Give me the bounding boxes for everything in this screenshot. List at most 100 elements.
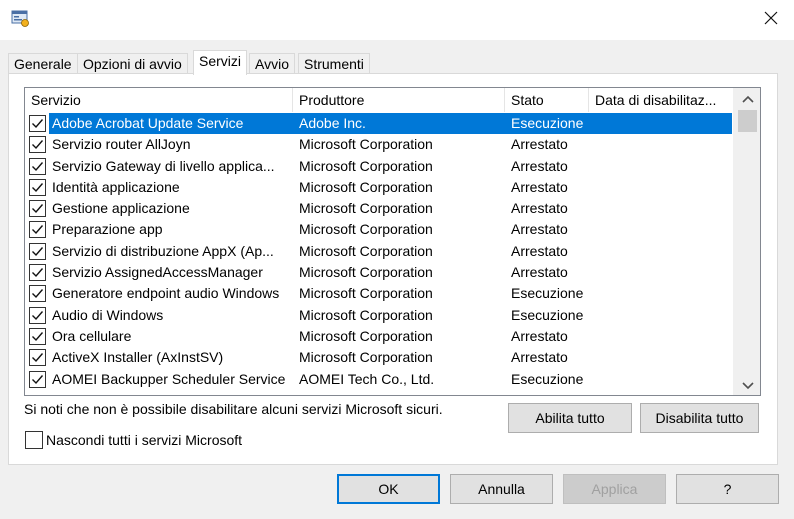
service-name: Preparazione app: [52, 221, 163, 238]
service-vendor: Microsoft Corporation: [299, 327, 433, 344]
help-button[interactable]: ?: [676, 474, 779, 504]
service-name: Adobe Acrobat Update Service: [52, 115, 244, 131]
scroll-down-button[interactable]: [734, 375, 760, 395]
column-header-produttore[interactable]: Produttore: [293, 88, 505, 112]
column-header-stato[interactable]: Stato: [505, 88, 589, 112]
service-row[interactable]: Servizio Gateway di livello applica... Mi…: [25, 156, 733, 177]
service-checkbox[interactable]: [29, 242, 46, 260]
service-vendor: Microsoft Corporation: [299, 178, 433, 195]
checkmark-icon: [32, 353, 44, 363]
service-vendor: Microsoft Corporation: [299, 136, 433, 153]
service-status: Arrestato: [511, 136, 568, 153]
services-panel: Servizio Produttore Stato Data di disabi…: [8, 73, 778, 465]
tab-avvio[interactable]: Avvio: [249, 53, 295, 74]
service-status: Esecuzione: [511, 115, 584, 131]
service-checkbox[interactable]: [29, 370, 46, 388]
close-icon: [764, 11, 778, 28]
service-row[interactable]: ActiveX Installer (AxInstSV) Microsoft Co…: [25, 347, 733, 368]
close-button[interactable]: [748, 0, 794, 38]
service-name: Servizio di distribuzione AppX (Ap...: [52, 242, 274, 259]
column-header-servizio[interactable]: Servizio: [25, 88, 293, 112]
service-row[interactable]: Ora cellulare Microsoft Corporation Arrest…: [25, 326, 733, 347]
service-row[interactable]: Preparazione app Microsoft Corporation Arr…: [25, 219, 733, 240]
enable-all-button[interactable]: Abilita tutto: [508, 403, 632, 433]
service-checkbox[interactable]: [29, 327, 46, 345]
service-row[interactable]: Gestione applicazione Microsoft Corporati…: [25, 198, 733, 219]
list-rows: Adobe Acrobat Update Service Adobe Inc. Es…: [25, 113, 733, 390]
service-vendor: Microsoft Corporation: [299, 157, 433, 174]
service-vendor: Microsoft Corporation: [299, 264, 433, 281]
system-configuration-icon[interactable]: [10, 8, 30, 28]
service-row[interactable]: AOMEI Backupper Scheduler Service AOMEI T…: [25, 369, 733, 390]
checkmark-icon: [32, 161, 44, 171]
service-name: Ora cellulare: [52, 327, 132, 344]
tab-opzioni-di-avvio[interactable]: Opzioni di avvio: [77, 53, 188, 74]
service-checkbox[interactable]: [29, 157, 46, 175]
service-checkbox[interactable]: [29, 136, 46, 154]
scroll-up-button[interactable]: [734, 88, 760, 108]
checkmark-icon: [32, 310, 44, 320]
service-vendor: Adobe Inc.: [299, 115, 366, 131]
service-checkbox[interactable]: [29, 115, 46, 132]
chevron-up-icon: [741, 90, 754, 106]
service-status: Arrestato: [511, 221, 568, 238]
service-name: AOMEI Backupper Scheduler Service: [52, 370, 286, 387]
checkmark-icon: [32, 140, 44, 150]
service-row[interactable]: Adobe Acrobat Update Service Adobe Inc. Es…: [25, 113, 733, 134]
checkmark-icon: [32, 268, 44, 278]
service-row[interactable]: Generatore endpoint audio Windows Microso…: [25, 283, 733, 304]
service-checkbox[interactable]: [29, 178, 46, 196]
service-name: Servizio Gateway di livello applica...: [52, 157, 275, 174]
microsoft-services-note: Si noti che non è possibile disabilitare…: [24, 401, 443, 417]
service-row[interactable]: Servizio router AllJoyn Microsoft Corpora…: [25, 134, 733, 155]
service-checkbox[interactable]: [29, 221, 46, 239]
checkmark-icon: [32, 182, 44, 192]
hide-microsoft-services-label: Nascondi tutti i servizi Microsoft: [46, 432, 243, 448]
apply-button[interactable]: Applica: [563, 474, 666, 504]
checkmark-icon: [32, 246, 44, 256]
cancel-button[interactable]: Annulla: [450, 474, 553, 504]
tab-strumenti[interactable]: Strumenti: [298, 53, 370, 74]
service-status: Arrestato: [511, 200, 568, 217]
service-status: Arrestato: [511, 178, 568, 195]
service-checkbox[interactable]: [29, 306, 46, 324]
service-name: Servizio router AllJoyn: [52, 136, 191, 153]
service-status: Esecuzione: [511, 306, 584, 323]
service-name: Audio di Windows: [52, 306, 164, 323]
hide-microsoft-services-checkbox[interactable]: [25, 431, 43, 449]
service-vendor: AOMEI Tech Co., Ltd.: [299, 370, 435, 387]
service-row[interactable]: Audio di Windows Microsoft Corporation Ese…: [25, 305, 733, 326]
service-checkbox[interactable]: [29, 264, 46, 282]
service-status: Arrestato: [511, 327, 568, 344]
service-status: Arrestato: [511, 242, 568, 259]
service-vendor: Microsoft Corporation: [299, 306, 433, 323]
service-checkbox[interactable]: [29, 349, 46, 367]
service-checkbox[interactable]: [29, 285, 46, 303]
service-status: Esecuzione: [511, 370, 584, 387]
column-header-data-disabilitazione[interactable]: Data di disabilitaz...: [589, 88, 733, 112]
service-row[interactable]: Identità applicazione Microsoft Corporati…: [25, 177, 733, 198]
tab-generale[interactable]: Generale: [8, 53, 78, 74]
vertical-scrollbar[interactable]: [733, 88, 760, 395]
service-row[interactable]: Servizio AssignedAccessManager Microsoft …: [25, 262, 733, 283]
disable-all-button[interactable]: Disabilita tutto: [640, 403, 759, 433]
service-status: Esecuzione: [511, 285, 584, 302]
service-name: Generatore endpoint audio Windows: [52, 285, 280, 302]
tab-servizi[interactable]: Servizi: [193, 50, 248, 75]
service-status: Arrestato: [511, 264, 568, 281]
services-list[interactable]: Servizio Produttore Stato Data di disabi…: [24, 87, 761, 396]
chevron-down-icon: [741, 377, 754, 393]
ok-button[interactable]: OK: [337, 474, 440, 504]
checkmark-icon: [32, 289, 44, 299]
checkmark-icon: [32, 119, 44, 129]
service-name: ActiveX Installer (AxInstSV): [52, 349, 224, 366]
service-checkbox[interactable]: [29, 200, 46, 218]
scroll-thumb[interactable]: [738, 110, 757, 132]
service-vendor: Microsoft Corporation: [299, 242, 433, 259]
service-vendor: Microsoft Corporation: [299, 285, 433, 302]
checkmark-icon: [32, 204, 44, 214]
service-vendor: Microsoft Corporation: [299, 221, 433, 238]
service-row[interactable]: Servizio di distribuzione AppX (Ap... Mic…: [25, 241, 733, 262]
checkmark-icon: [32, 225, 44, 235]
service-status: Arrestato: [511, 349, 568, 366]
